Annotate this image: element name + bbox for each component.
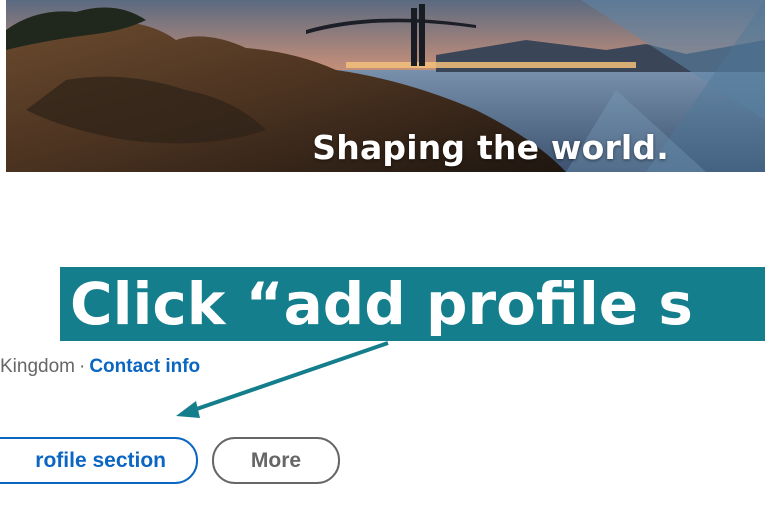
instruction-callout-text: Click “add profile s <box>70 270 693 338</box>
location-separator: · <box>79 356 86 377</box>
banner-tagline: Shaping the world. <box>312 128 669 167</box>
instruction-callout: Click “add profile s <box>60 267 765 341</box>
add-profile-section-button[interactable]: rofile section <box>0 437 198 484</box>
profile-banner: Shaping the world. <box>6 0 765 172</box>
more-button[interactable]: More <box>212 437 340 484</box>
profile-location-line: Kingdom · Contact info <box>0 356 200 378</box>
location-text: Kingdom <box>0 356 75 377</box>
contact-info-link[interactable]: Contact info <box>89 356 200 377</box>
